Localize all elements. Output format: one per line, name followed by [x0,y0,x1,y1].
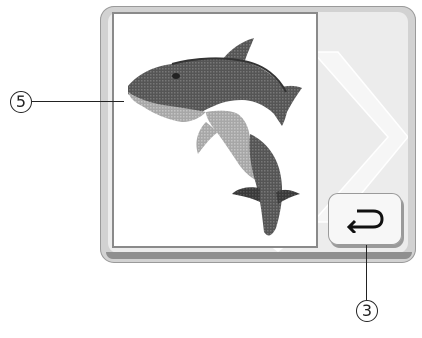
screen: 5 3 [0,0,422,338]
callout-5: 5 [10,91,32,113]
return-button[interactable] [328,193,402,245]
callout-3-label: 3 [361,301,373,320]
return-arrow-icon [346,209,384,233]
embroidery-preview-frame [112,12,318,248]
callout-5-leader-line [32,101,124,103]
callout-3-leader-line [366,245,368,300]
callout-3: 3 [356,300,378,322]
callout-5-label: 5 [15,92,27,111]
dolphin-embroidery-image [128,38,302,236]
